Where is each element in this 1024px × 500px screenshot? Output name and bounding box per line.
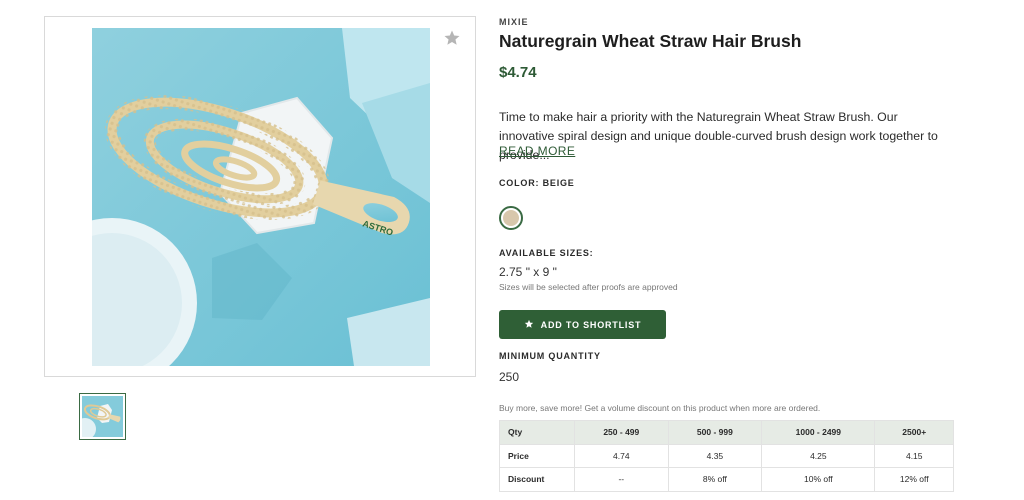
table-cell: 10% off xyxy=(761,467,876,492)
color-swatch-beige[interactable] xyxy=(499,206,523,230)
table-cell: Qty xyxy=(499,420,575,445)
product-thumbnail[interactable] xyxy=(79,393,126,440)
table-cell: 8% off xyxy=(667,467,763,492)
size-note: Sizes will be selected after proofs are … xyxy=(499,282,678,292)
minimum-quantity-value: 250 xyxy=(499,370,520,384)
table-cell: 4.74 xyxy=(574,443,669,468)
product-price: $4.74 xyxy=(499,64,537,81)
size-value: 2.75 " x 9 " xyxy=(499,265,557,279)
color-label: COLOR: BEIGE xyxy=(499,178,575,188)
table-cell: 2500+ xyxy=(874,420,954,445)
star-icon xyxy=(524,319,534,331)
volume-discount-note: Buy more, save more! Get a volume discou… xyxy=(499,403,821,413)
table-cell: 4.35 xyxy=(667,443,763,468)
table-cell: Price xyxy=(499,443,575,468)
product-title: Naturegrain Wheat Straw Hair Brush xyxy=(499,31,802,51)
table-header-row: Qty 250 - 499 500 - 999 1000 - 2499 2500… xyxy=(499,420,954,445)
shortlist-label: ADD TO SHORTLIST xyxy=(540,319,642,330)
table-cell: -- xyxy=(574,467,669,492)
brand-name: MIXIE xyxy=(499,17,529,27)
table-cell: Discount xyxy=(499,467,575,492)
favorite-star-icon[interactable] xyxy=(443,29,461,47)
table-cell: 500 - 999 xyxy=(667,420,763,445)
table-cell: 4.25 xyxy=(761,443,876,468)
pricing-table: Qty 250 - 499 500 - 999 1000 - 2499 2500… xyxy=(499,420,954,492)
table-cell: 12% off xyxy=(874,467,954,492)
table-row: Discount -- 8% off 10% off 12% off xyxy=(499,467,954,492)
minimum-quantity-label: MINIMUM QUANTITY xyxy=(499,351,601,361)
product-main-image[interactable]: ASTRO xyxy=(92,28,430,366)
table-cell: 250 - 499 xyxy=(574,420,669,445)
swatch-fill xyxy=(503,210,519,226)
table-row: Price 4.74 4.35 4.25 4.15 xyxy=(499,443,954,468)
product-image-frame: ASTRO xyxy=(44,16,476,377)
table-cell: 1000 - 2499 xyxy=(761,420,876,445)
add-to-shortlist-button[interactable]: ADD TO SHORTLIST xyxy=(499,310,666,339)
read-more-link[interactable]: READ MORE xyxy=(499,144,575,158)
table-cell: 4.15 xyxy=(874,443,954,468)
sizes-label: AVAILABLE SIZES: xyxy=(499,248,594,258)
